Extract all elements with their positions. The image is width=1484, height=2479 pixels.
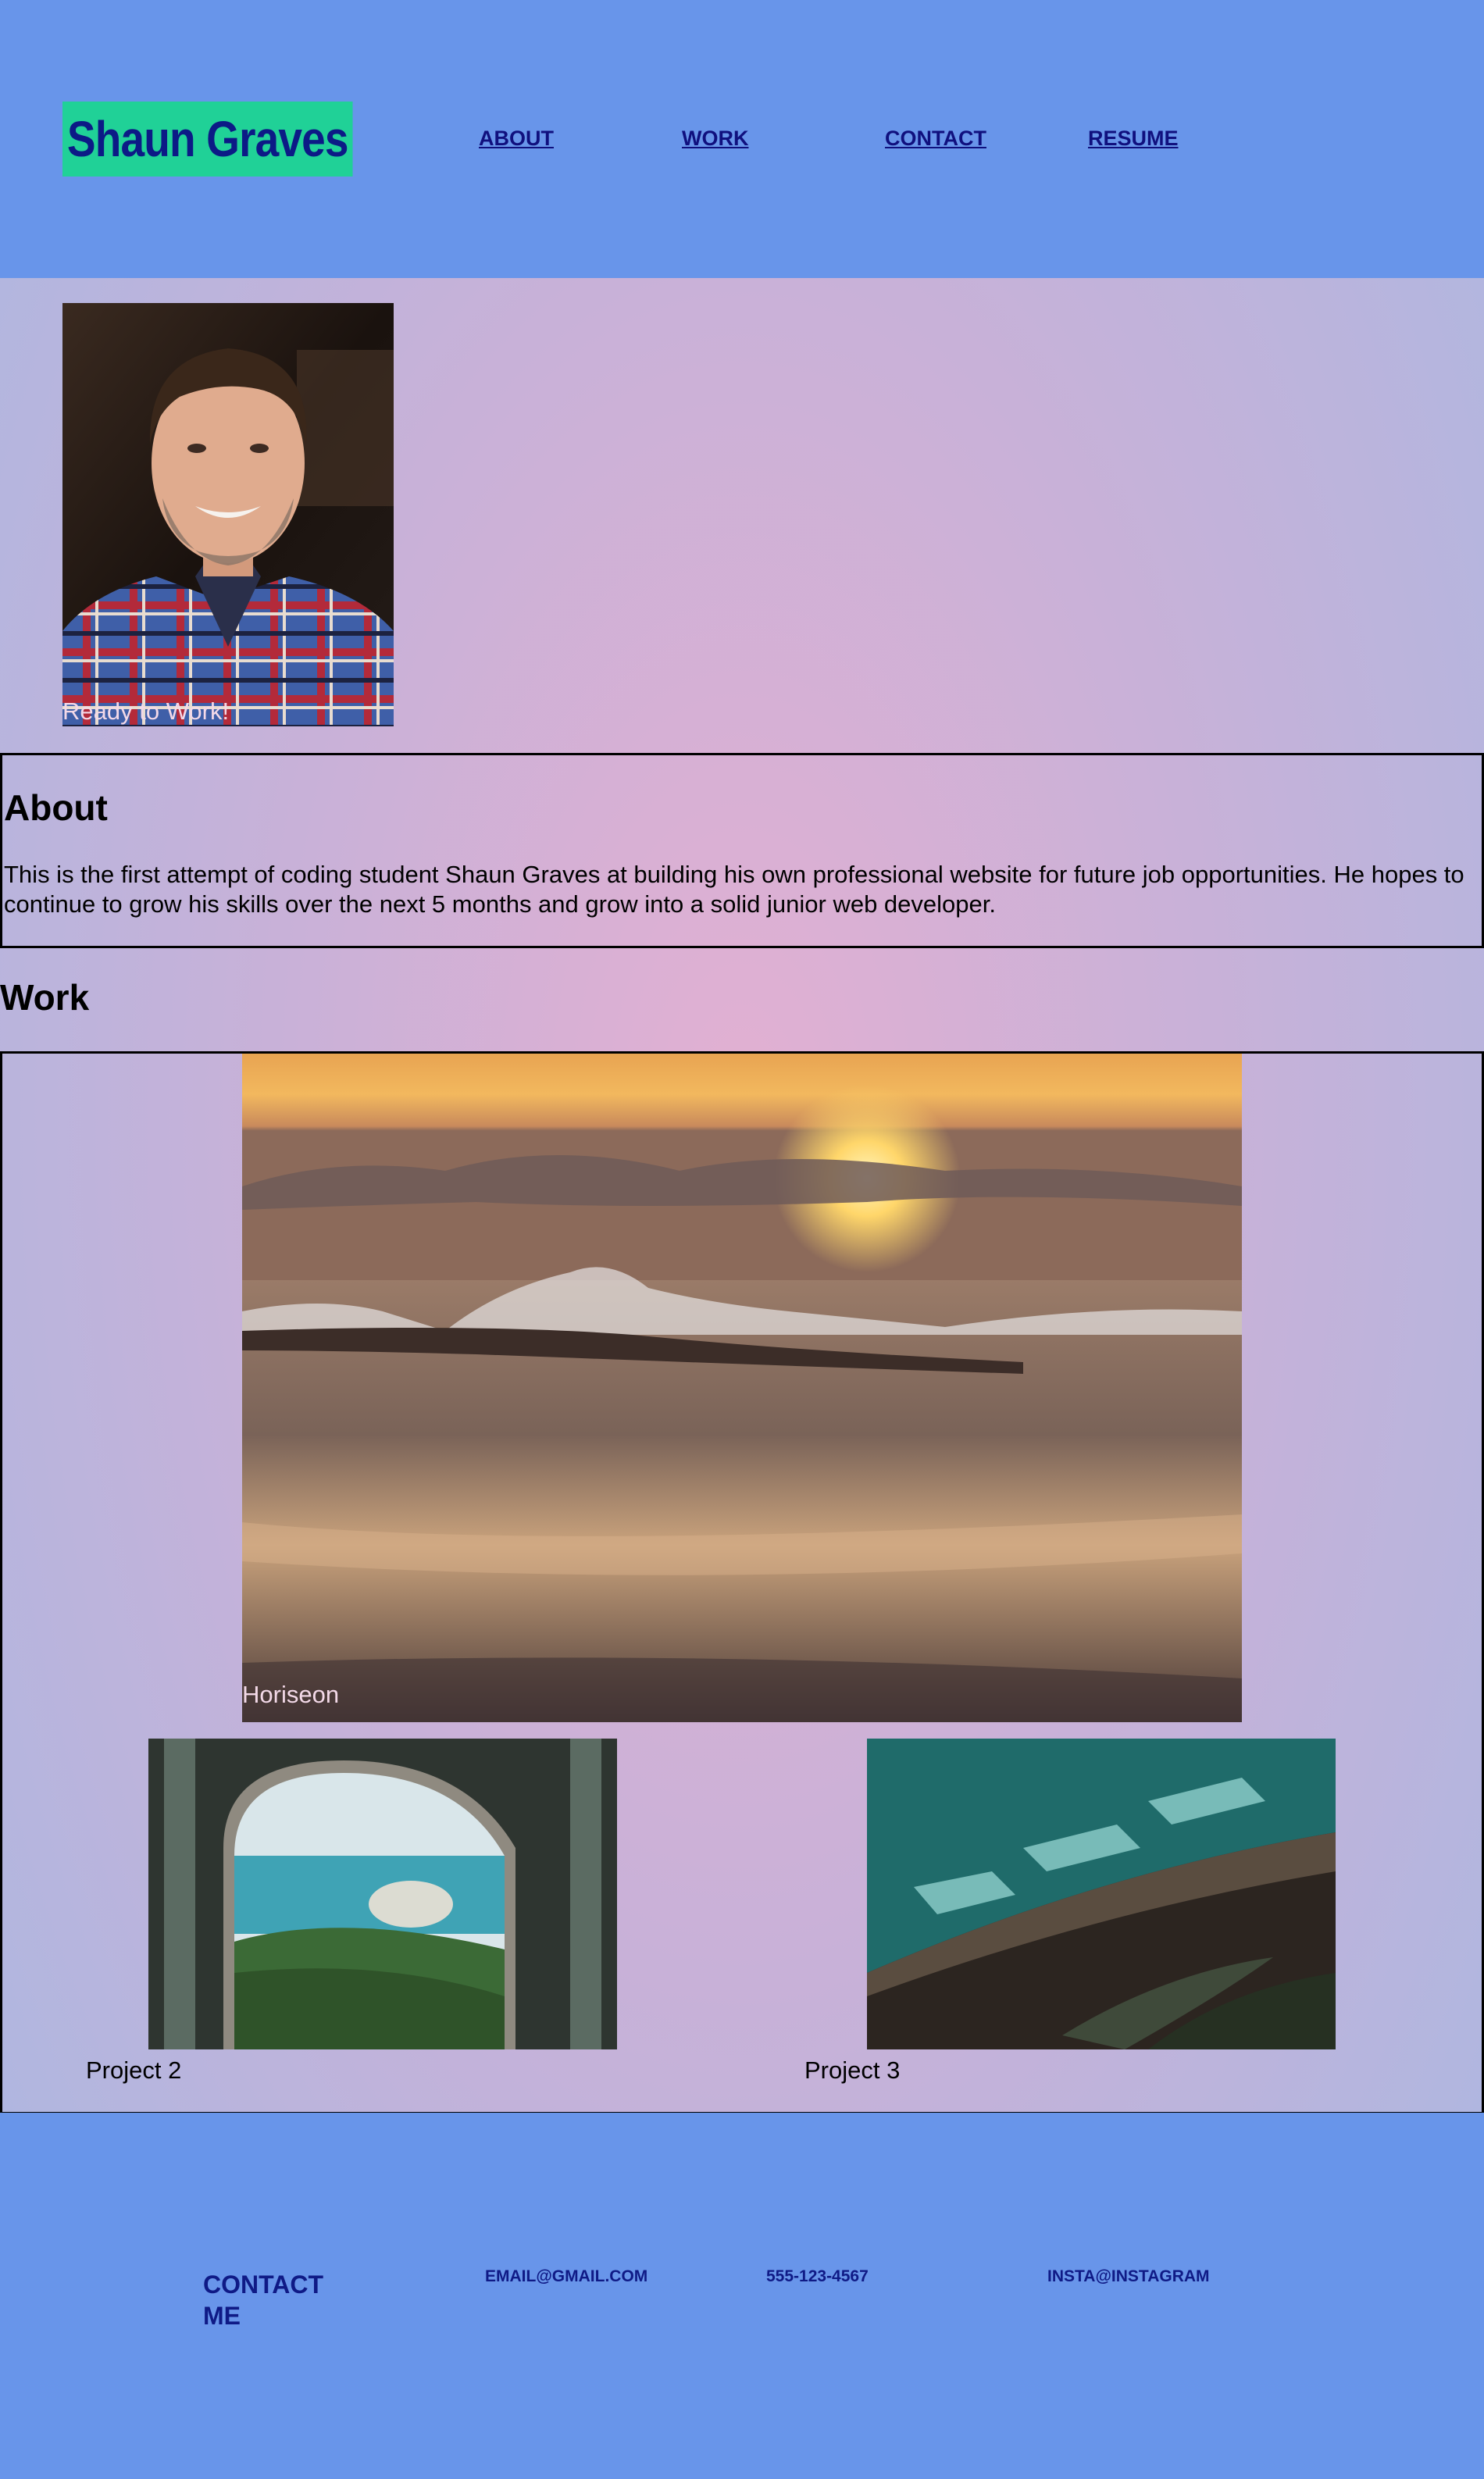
- site-logo[interactable]: Shaun Graves: [62, 102, 353, 177]
- nav-link-work[interactable]: WORK: [682, 127, 748, 151]
- sunset-image: [242, 1054, 1242, 1722]
- about-section: About This is the first attempt of codin…: [0, 753, 1484, 948]
- contact-phone-link[interactable]: 555-123-4567: [766, 2267, 869, 2286]
- hero-caption: Ready to Work!: [62, 697, 230, 725]
- about-heading: About: [4, 787, 108, 828]
- nav-link-about[interactable]: ABOUT: [479, 127, 554, 151]
- about-text: This is the first attempt of coding stud…: [4, 861, 1464, 918]
- hero-portrait: Ready to Work!: [62, 303, 394, 726]
- contact-email-link[interactable]: EMAIL@GMAIL.COM: [485, 2267, 647, 2286]
- project-3-card[interactable]: [867, 1739, 1336, 2049]
- site-header: Shaun Graves ABOUT WORK CONTACT RESUME: [0, 0, 1484, 278]
- project-3-caption: Project 3: [804, 2056, 901, 2084]
- nav-link-contact[interactable]: CONTACT: [885, 127, 986, 151]
- project-2-image: [148, 1739, 617, 2049]
- featured-project-horiseon[interactable]: Horiseon: [242, 1054, 1242, 1722]
- portrait-image: [62, 303, 394, 726]
- project-3-image: [867, 1739, 1336, 2049]
- project-2-caption: Project 2: [86, 2056, 182, 2084]
- featured-project-caption: Horiseon: [242, 1681, 340, 1708]
- contact-heading: CONTACT ME: [203, 2270, 324, 2330]
- nav-link-resume[interactable]: RESUME: [1088, 127, 1179, 151]
- contact-instagram-link[interactable]: INSTA@INSTAGRAM: [1047, 2267, 1210, 2286]
- project-2-card[interactable]: [148, 1739, 617, 2049]
- work-heading: Work: [0, 977, 90, 1018]
